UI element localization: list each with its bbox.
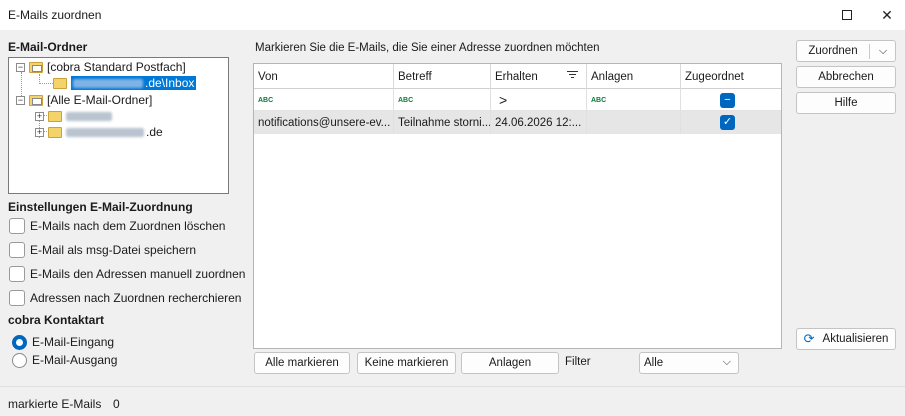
- close-icon: ✕: [881, 6, 893, 23]
- option-manual-assign[interactable]: E-Mails den Adressen manuell zuordnen: [9, 266, 245, 282]
- radio-email-in[interactable]: E-Mail-Eingang: [12, 334, 114, 350]
- column-header-von[interactable]: Von: [254, 64, 394, 89]
- maximize-button[interactable]: [828, 0, 866, 30]
- selected-inbox-label: .de\Inbox: [71, 76, 197, 90]
- folder-icon: [48, 110, 62, 122]
- option-label: E-Mails nach dem Zuordnen löschen: [30, 219, 226, 233]
- tree-node-label: [Alle E-Mail-Ordner]: [47, 93, 153, 107]
- contact-type-heading: cobra Kontaktart: [8, 313, 105, 327]
- settings-heading: Einstellungen E-Mail-Zuordnung: [8, 200, 193, 214]
- assign-button[interactable]: Zuordnen: [797, 45, 869, 57]
- email-grid[interactable]: Von Betreff Erhalten Anlagen Zugeordnet …: [253, 63, 782, 349]
- tree-node-account-2[interactable]: + .de: [35, 124, 163, 140]
- filter-cell-betreff[interactable]: ABC: [394, 89, 491, 111]
- expand-icon[interactable]: +: [35, 111, 44, 121]
- column-header-anlagen[interactable]: Anlagen: [587, 64, 681, 89]
- chevron-down-icon[interactable]: ⌵: [873, 45, 893, 58]
- mailbox-folder-icon: [29, 94, 43, 106]
- column-header-betreff[interactable]: Betreff: [394, 64, 491, 89]
- text-filter-icon: ABC: [398, 96, 414, 104]
- tree-node-all-folders[interactable]: − [Alle E-Mail-Ordner]: [16, 92, 152, 108]
- option-research-addresses[interactable]: Adressen nach Zuordnen recherchieren: [9, 290, 241, 306]
- folder-icon: [53, 77, 67, 89]
- option-delete-after-assign[interactable]: E-Mails nach dem Zuordnen löschen: [9, 218, 225, 234]
- radio-email-out[interactable]: E-Mail-Ausgang: [12, 352, 117, 368]
- radio-label: E-Mail-Eingang: [32, 335, 115, 349]
- filter-value: Alle: [644, 357, 664, 369]
- title-bar: E-Mails zuordnen ✕: [0, 0, 905, 30]
- cell-von: notifications@unsere-ev...: [254, 111, 394, 134]
- filter-cell-von[interactable]: ABC: [254, 89, 394, 111]
- cell-zugeordnet[interactable]: ✓: [681, 111, 782, 134]
- chevron-down-icon: ⌵: [722, 356, 731, 368]
- folders-heading: E-Mail-Ordner: [8, 40, 88, 54]
- checkbox[interactable]: [9, 218, 25, 234]
- status-bar: markierte E-Mails 0: [0, 386, 905, 416]
- checkbox[interactable]: [9, 290, 25, 306]
- marked-emails-count: 0: [113, 397, 120, 411]
- option-label: E-Mails den Adressen manuell zuordnen: [30, 267, 246, 281]
- dialog-window: E-Mails zuordnen ✕ E-Mail-Ordner − [cobr…: [0, 0, 905, 416]
- radio-button[interactable]: [12, 352, 27, 368]
- tree-node-label: [cobra Standard Postfach]: [47, 60, 186, 74]
- assign-split-button[interactable]: Zuordnen ⌵: [796, 40, 896, 62]
- collapse-icon[interactable]: −: [16, 95, 25, 105]
- radio-button-selected[interactable]: [12, 334, 27, 350]
- checkbox[interactable]: [9, 266, 25, 282]
- greater-than-icon: >: [499, 92, 508, 108]
- marked-emails-label: markierte E-Mails: [8, 397, 102, 411]
- cell-erhalten: 24.06.2026 12:...: [491, 111, 587, 134]
- tree-node-inbox[interactable]: .de\Inbox: [53, 75, 197, 91]
- cell-betreff: Teilnahme storni...: [394, 111, 491, 134]
- attachments-button[interactable]: Anlagen: [461, 352, 559, 374]
- refresh-icon: ⟳: [803, 331, 815, 346]
- maximize-icon: [842, 10, 852, 20]
- cell-anlagen: [587, 111, 681, 134]
- grid-header: Von Betreff Erhalten Anlagen Zugeordnet: [254, 64, 781, 89]
- checked-checkbox[interactable]: ✓: [720, 115, 735, 130]
- tree-node-standard-mailbox[interactable]: − [cobra Standard Postfach]: [16, 59, 186, 75]
- filter-cell-zugeordnet[interactable]: −: [681, 89, 782, 111]
- table-row[interactable]: notifications@unsere-ev... Teilnahme sto…: [254, 111, 781, 134]
- filter-cell-anlagen[interactable]: ABC: [587, 89, 681, 111]
- cancel-button[interactable]: Abbrechen: [796, 66, 896, 88]
- filter-label: Filter: [565, 356, 591, 368]
- collapse-icon[interactable]: −: [16, 62, 25, 72]
- window-title: E-Mails zuordnen: [8, 8, 102, 22]
- folder-tree[interactable]: − [cobra Standard Postfach] .de\Inbox − …: [8, 57, 229, 194]
- folder-icon: [48, 126, 62, 138]
- tree-node-account-1[interactable]: +: [35, 108, 114, 124]
- mailbox-folder-icon: [29, 61, 43, 73]
- refresh-button[interactable]: ⟳ Aktualisieren: [796, 328, 896, 350]
- indeterminate-checkbox[interactable]: −: [720, 92, 735, 108]
- checkbox[interactable]: [9, 242, 25, 258]
- mark-all-button[interactable]: Alle markieren: [254, 352, 350, 374]
- help-button[interactable]: Hilfe: [796, 92, 896, 114]
- filter-select[interactable]: Alle ⌵: [639, 352, 739, 374]
- close-button[interactable]: ✕: [868, 0, 905, 30]
- mark-none-button[interactable]: Keine markieren: [357, 352, 456, 374]
- option-label: E-Mail als msg-Datei speichern: [30, 243, 197, 257]
- text-filter-icon: ABC: [591, 96, 607, 104]
- filter-cell-erhalten[interactable]: >: [491, 89, 587, 111]
- option-save-msg[interactable]: E-Mail als msg-Datei speichern: [9, 242, 196, 258]
- sort-filter-icon[interactable]: [567, 71, 578, 78]
- grid-filter-row: ABC ABC > ABC −: [254, 89, 781, 111]
- expand-icon[interactable]: +: [35, 127, 44, 137]
- grid-instruction: Markieren Sie die E-Mails, die Sie einer…: [255, 42, 600, 54]
- column-header-erhalten[interactable]: Erhalten: [491, 64, 587, 89]
- text-filter-icon: ABC: [258, 96, 274, 104]
- option-label: Adressen nach Zuordnen recherchieren: [30, 291, 242, 305]
- radio-label: E-Mail-Ausgang: [32, 353, 118, 367]
- column-header-zugeordnet[interactable]: Zugeordnet: [681, 64, 782, 89]
